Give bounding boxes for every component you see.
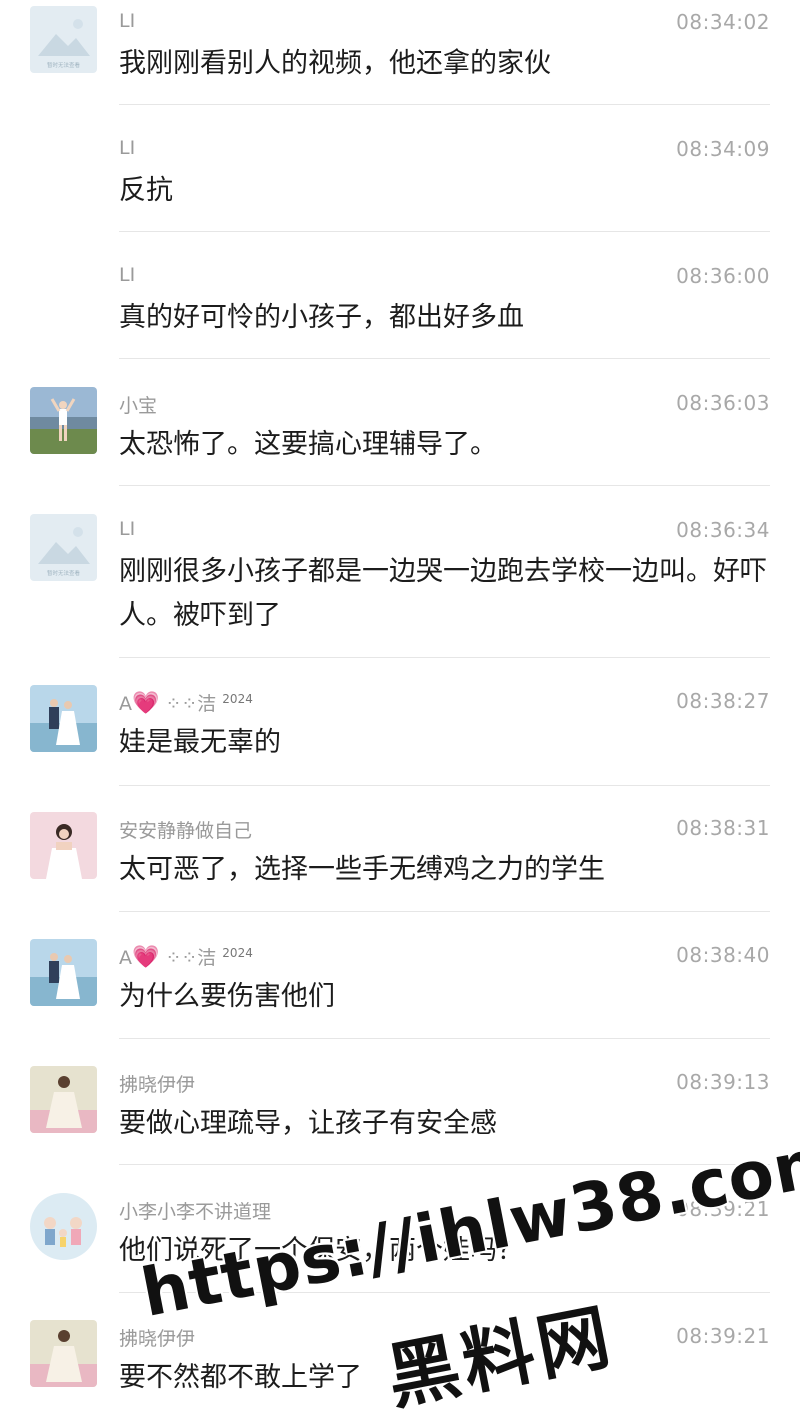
sender-name: LI [119,518,136,540]
message-time: 08:39:21 [676,1197,770,1221]
avatar[interactable] [30,1320,97,1387]
message-text: 他们说死了一个保安，两个娃吗？ [119,1235,524,1266]
sender-name: A💗 ⁘⁘洁 2024 [119,691,253,716]
avatar-caption: 暂时无法查看 [47,61,81,69]
sender-name: 拂晓伊伊 [119,1074,196,1096]
message-time: 08:38:31 [676,816,770,840]
message-text: 太可恶了，选择一些手无缚鸡之力的学生 [119,854,605,885]
divider [119,1292,770,1293]
avatar[interactable] [30,812,97,879]
divider [119,911,770,912]
divider [119,231,770,232]
message-time: 08:36:00 [676,264,770,288]
message-text: 太恐怖了。这要搞心理辅导了。 [119,429,497,460]
sender-name: A💗 ⁘⁘洁 2024 [119,945,253,970]
divider [119,104,770,105]
chat-message-list: 暂时无法查看 LI 08:34:02 我刚刚看别人的视频，他还拿的家伙 LI 0… [0,0,800,1407]
message-text: 我刚刚看别人的视频，他还拿的家伙 [119,48,551,79]
divider [119,785,770,786]
message-text: 反抗 [119,175,173,206]
message-time: 08:34:09 [676,137,770,161]
sender-name: LI [119,137,136,159]
avatar[interactable] [30,939,97,1006]
divider [119,1164,770,1165]
message-text: 要不然都不敢上学了 [119,1362,362,1393]
divider [119,1038,770,1039]
message-text: 刚刚很多小孩子都是一边哭一边跑去学校一边叫。好吓人。被吓到了 [119,556,767,631]
sender-name: 小李小李不讲道理 [119,1201,272,1223]
message-time: 08:38:40 [676,943,770,967]
message-time: 08:36:03 [676,391,770,415]
message-text: 为什么要伤害他们 [119,981,335,1012]
avatar-placeholder-icon[interactable]: 暂时无法查看 [30,6,97,73]
sender-name: 小宝 [119,395,158,417]
message-time: 08:39:13 [676,1070,770,1094]
message-time: 08:36:34 [676,518,770,542]
avatar-placeholder-icon[interactable]: 暂时无法查看 [30,514,97,581]
message-time: 08:38:27 [676,689,770,713]
heart-icon: 💗 [132,691,160,716]
message-text: 要做心理疏导，让孩子有安全感 [119,1108,497,1139]
message-time: 08:34:02 [676,10,770,34]
divider [119,485,770,486]
avatar[interactable] [30,685,97,752]
sender-name: LI [119,264,136,286]
message-text: 真的好可怜的小孩子，都出好多血 [119,302,524,333]
heart-icon: 💗 [132,945,160,970]
divider [119,657,770,658]
avatar[interactable] [30,1193,97,1260]
sender-name: 安安静静做自己 [119,820,253,842]
avatar[interactable] [30,387,97,454]
avatar[interactable] [30,1066,97,1133]
avatar-caption: 暂时无法查看 [47,569,81,577]
message-time: 08:39:21 [676,1324,770,1348]
sender-name: LI [119,10,136,32]
divider [119,358,770,359]
sender-name: 拂晓伊伊 [119,1328,196,1350]
message-text: 娃是最无辜的 [119,727,281,758]
